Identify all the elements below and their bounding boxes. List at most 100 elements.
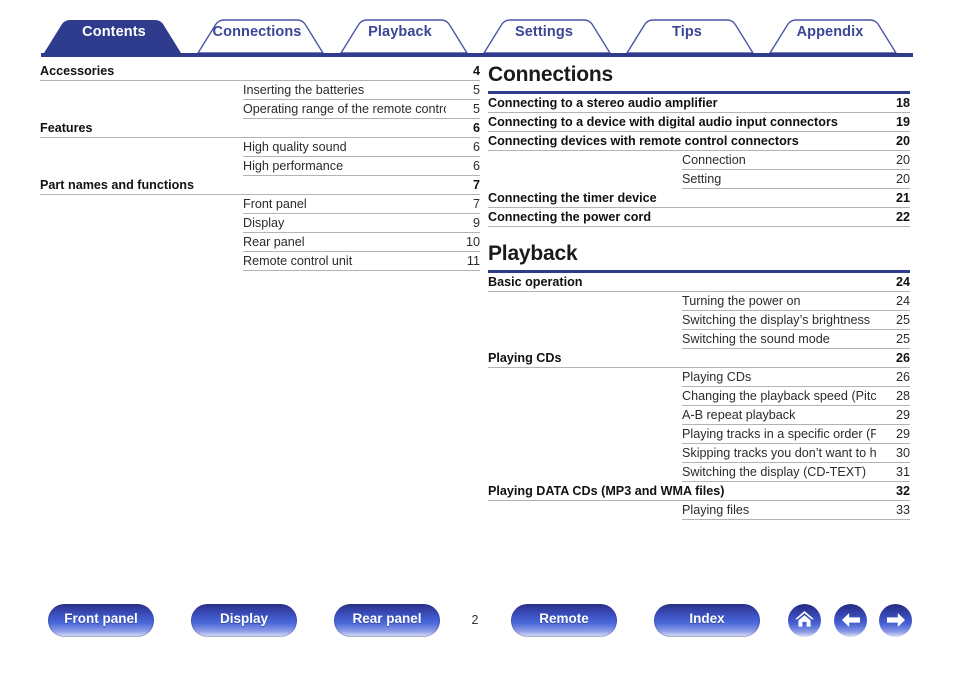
- toc-row-page: 7: [446, 175, 480, 195]
- tab-contents[interactable]: Contents: [82, 24, 146, 40]
- toc-row-page: 26: [876, 348, 910, 368]
- toc-row[interactable]: Features 6: [40, 118, 480, 138]
- toc-row[interactable]: Connecting to a device with digital audi…: [488, 112, 910, 132]
- toc-row[interactable]: Changing the playback speed (Pitch contr…: [488, 386, 910, 406]
- toc-row[interactable]: Playing CDs 26: [488, 367, 910, 387]
- toc-row-indent: [488, 501, 682, 520]
- toc-row-indent: [488, 425, 682, 444]
- tab-settings[interactable]: Settings: [515, 24, 573, 40]
- toc-row-title: Skipping tracks you don’t want to hear (…: [682, 443, 876, 463]
- toc-row-title: Connecting devices with remote control c…: [488, 131, 876, 151]
- toc-section-connections: Connections Connecting to a stereo audio…: [488, 62, 910, 227]
- tab-playback[interactable]: Playback: [368, 24, 432, 40]
- toc-row-title: A-B repeat playback: [682, 405, 876, 425]
- home-button[interactable]: [788, 604, 821, 637]
- footer-button-display[interactable]: Display: [191, 604, 297, 637]
- toc-row-title: Basic operation: [488, 273, 876, 292]
- toc-row-indent: [488, 292, 682, 311]
- footer-button-rear-panel[interactable]: Rear panel: [334, 604, 440, 637]
- toc-row-title: Setting: [682, 169, 876, 189]
- toc-row-page: 21: [876, 188, 910, 208]
- toc-row-title: High performance: [243, 156, 446, 176]
- toc-row[interactable]: Accessories 4: [40, 62, 480, 81]
- forward-button[interactable]: [879, 604, 912, 637]
- toc-row[interactable]: Switching the sound mode 25: [488, 329, 910, 349]
- toc-row[interactable]: A-B repeat playback 29: [488, 405, 910, 425]
- toc-row-title: Playing files: [682, 500, 876, 520]
- toc-row-indent: [488, 311, 682, 330]
- toc-section-playback: Playback Basic operation 24 Turning the po…: [488, 241, 910, 520]
- toc-row[interactable]: Connecting devices with remote control c…: [488, 131, 910, 151]
- toc-row-title: Switching the display’s brightness: [682, 310, 876, 330]
- toc-row-title: Connecting to a stereo audio amplifier: [488, 94, 876, 113]
- tab-appendix[interactable]: Appendix: [797, 24, 864, 40]
- toc-row-indent: [40, 214, 243, 233]
- toc-row[interactable]: Inserting the batteries 5: [40, 80, 480, 100]
- toc-row[interactable]: Display 9: [40, 213, 480, 233]
- toc-row[interactable]: Playing CDs 26: [488, 348, 910, 368]
- toc-row-page: 29: [876, 424, 910, 444]
- toc-row[interactable]: Part names and functions 7: [40, 175, 480, 195]
- back-button[interactable]: [834, 604, 867, 637]
- toc-row[interactable]: Skipping tracks you don’t want to hear (…: [488, 443, 910, 463]
- toc-row-page: 5: [446, 80, 480, 100]
- toc-row[interactable]: Playing files 33: [488, 500, 910, 520]
- toc-row[interactable]: Switching the display (CD-TEXT) 31: [488, 462, 910, 482]
- toc-row-title: Operating range of the remote control un…: [243, 99, 446, 119]
- toc-row-page: 25: [876, 310, 910, 330]
- tab-tips[interactable]: Tips: [672, 24, 702, 40]
- toc-row-title: Playing CDs: [682, 367, 876, 387]
- toc-row[interactable]: Rear panel 10: [40, 232, 480, 252]
- footer-bar: Front panel Display Rear panel 2 Remote …: [0, 604, 954, 673]
- toc-row[interactable]: Playing DATA CDs (MP3 and WMA files) 32: [488, 481, 910, 501]
- toc-row-title: Accessories: [40, 62, 446, 81]
- page-number: 2: [471, 613, 479, 627]
- toc-row-indent: [488, 444, 682, 463]
- toc-row[interactable]: High quality sound 6: [40, 137, 480, 157]
- tab-connections[interactable]: Connections: [213, 24, 302, 40]
- toc-table-left: Accessories 4 Inserting the batteries 5 Oper…: [40, 62, 480, 271]
- toc-row-indent: [488, 330, 682, 349]
- toc-row[interactable]: Setting 20: [488, 169, 910, 189]
- toc-row[interactable]: High performance 6: [40, 156, 480, 176]
- toc-row-title: Turning the power on: [682, 291, 876, 311]
- toc-row-page: 6: [446, 156, 480, 176]
- home-icon: [795, 611, 814, 627]
- toc-row-page: 22: [876, 207, 910, 227]
- toc-row[interactable]: Playing tracks in a specific order (Prog…: [488, 424, 910, 444]
- toc-row-page: 20: [876, 131, 910, 151]
- toc-row-page: 6: [446, 137, 480, 157]
- toc-row-title: Changing the playback speed (Pitch contr…: [682, 386, 876, 406]
- toc-row[interactable]: Basic operation 24: [488, 273, 910, 292]
- toc-row-indent: [40, 138, 243, 157]
- toc-row-title: Connection: [682, 150, 876, 170]
- toc-row-title: Inserting the batteries: [243, 80, 446, 100]
- toc-row-title: High quality sound: [243, 137, 446, 157]
- toc-row-indent: [40, 195, 243, 214]
- toc-row-title: Connecting the timer device: [488, 188, 876, 208]
- toc-row[interactable]: Turning the power on 24: [488, 291, 910, 311]
- toc-row[interactable]: Remote control unit 11: [40, 251, 480, 271]
- footer-button-remote[interactable]: Remote: [511, 604, 617, 637]
- section-heading-playback: Playback: [488, 242, 578, 265]
- toc-row[interactable]: Front panel 7: [40, 194, 480, 214]
- toc-row-indent: [40, 252, 243, 271]
- toc-row-title: Playing tracks in a specific order (Prog…: [682, 424, 876, 444]
- toc-row-page: 30: [876, 443, 910, 463]
- toc-row[interactable]: Connecting the timer device 21: [488, 188, 910, 208]
- toc-row[interactable]: Operating range of the remote control un…: [40, 99, 480, 119]
- toc-row-page: 24: [876, 291, 910, 311]
- toc-row-page: 4: [446, 62, 480, 81]
- toc-row-title: Switching the display (CD-TEXT): [682, 462, 876, 482]
- toc-row-indent: [40, 100, 243, 119]
- toc-row[interactable]: Connection 20: [488, 150, 910, 170]
- toc-row[interactable]: Switching the display’s brightness 25: [488, 310, 910, 330]
- toc-row[interactable]: Connecting to a stereo audio amplifier 18: [488, 94, 910, 113]
- footer-button-front-panel[interactable]: Front panel: [48, 604, 154, 637]
- toc-row-page: 24: [876, 273, 910, 292]
- toc-row-title: Part names and functions: [40, 175, 446, 195]
- toc-row[interactable]: Connecting the power cord 22: [488, 207, 910, 227]
- footer-button-index[interactable]: Index: [654, 604, 760, 637]
- toc-row-title: Switching the sound mode: [682, 329, 876, 349]
